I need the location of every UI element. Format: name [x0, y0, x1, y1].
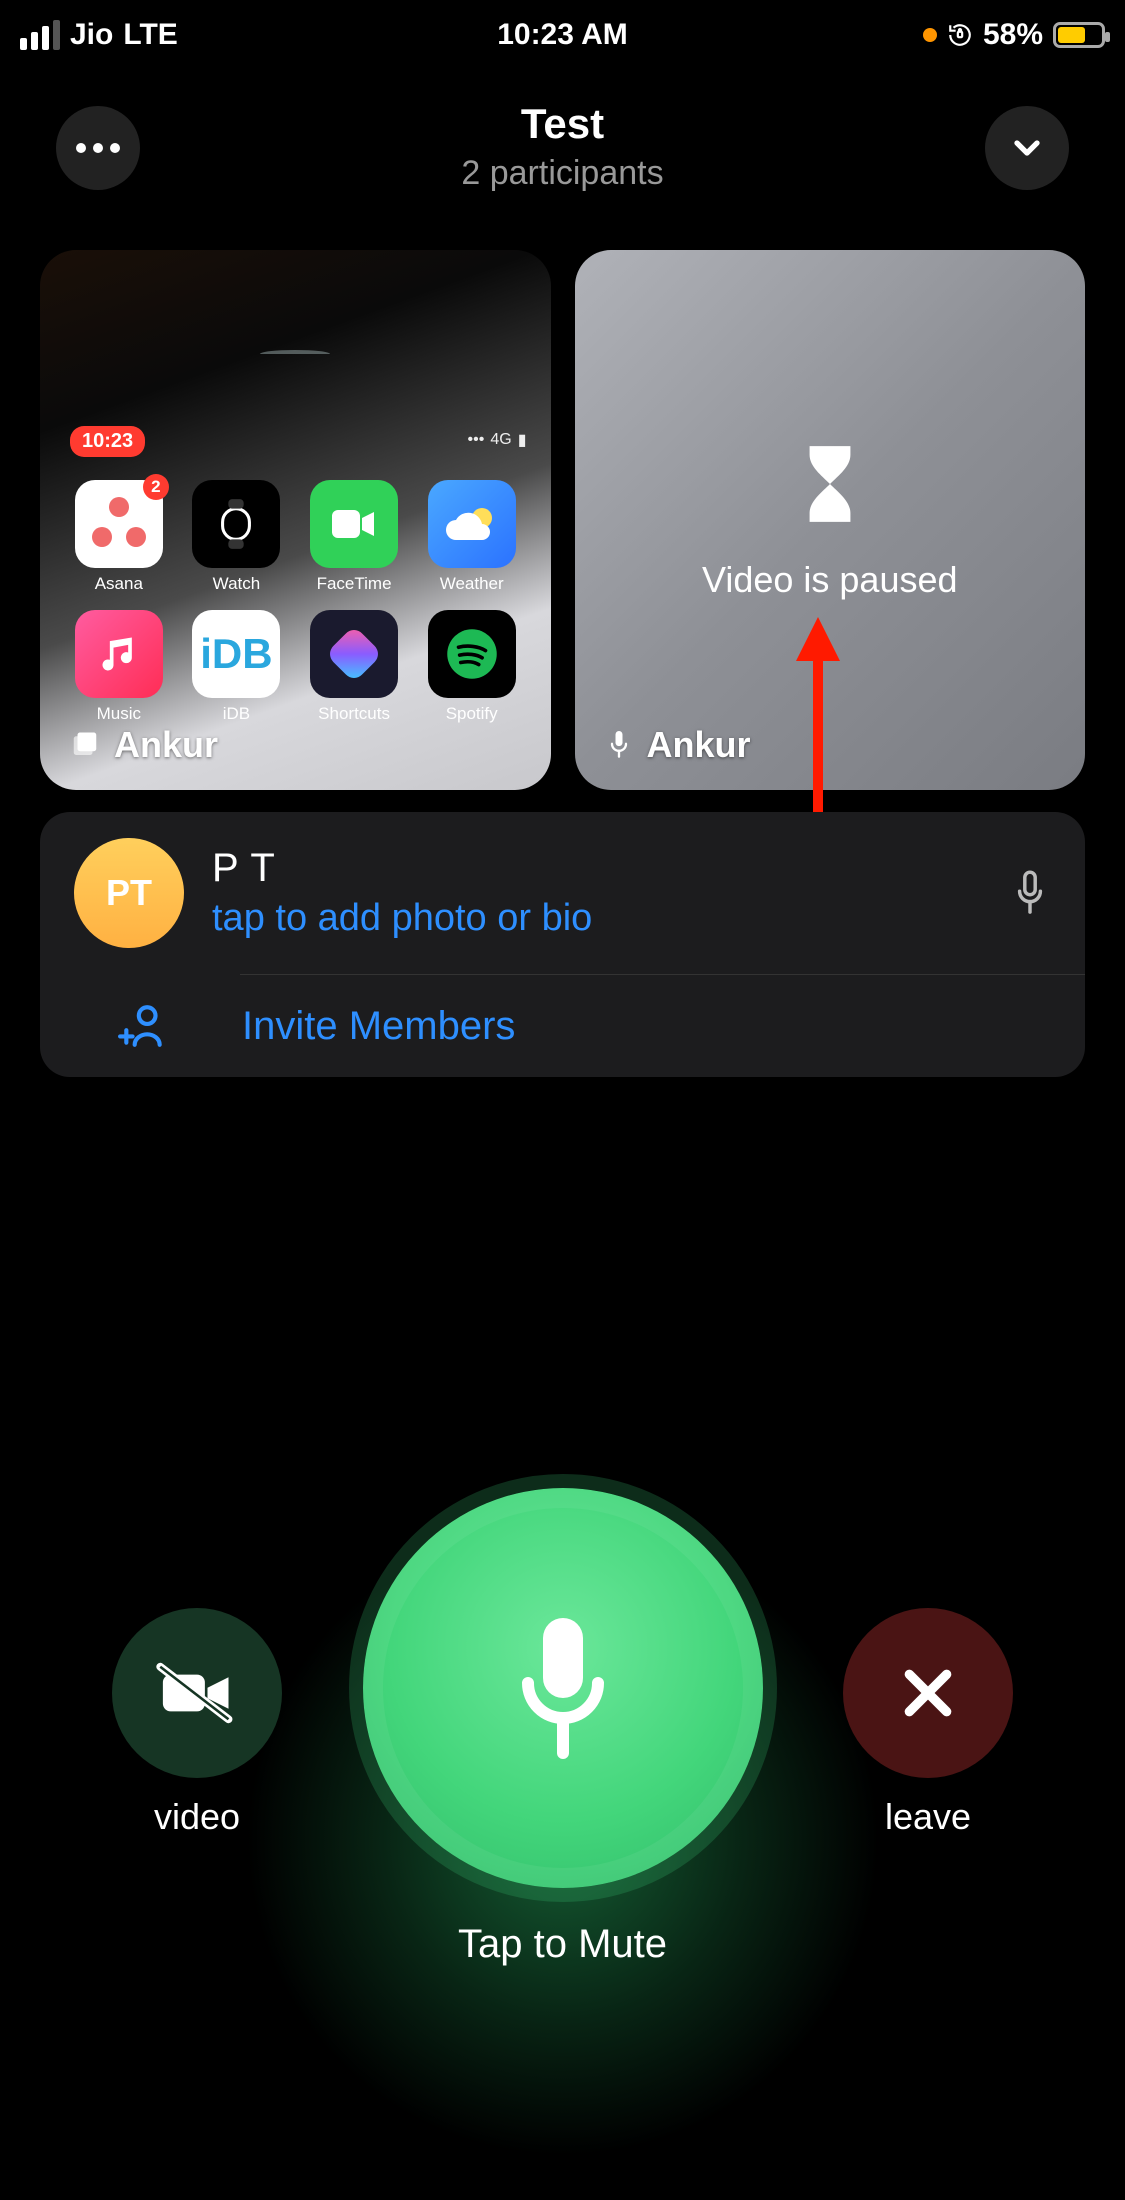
participant-tile-paused[interactable]: Video is paused Ankur [575, 250, 1086, 790]
participant-name: Ankur [114, 724, 218, 766]
microphone-icon[interactable] [1009, 867, 1051, 919]
app-idb: iDB iDB [188, 610, 286, 724]
avatar: PT [74, 838, 184, 948]
shared-screen-status: •••4G▮ [468, 430, 527, 450]
carrier-label: Jio [70, 18, 113, 52]
add-photo-hint[interactable]: tap to add photo or bio [212, 897, 981, 940]
microphone-icon [503, 1608, 623, 1768]
rotation-lock-icon [947, 22, 973, 48]
participants-count: 2 participants [0, 154, 1125, 193]
user-name: P T [212, 846, 981, 891]
app-shortcuts: Shortcuts [305, 610, 403, 724]
battery-percent: 58% [983, 18, 1043, 52]
invite-members-label: Invite Members [242, 1004, 515, 1049]
video-off-icon [155, 1661, 239, 1725]
app-music: Music [70, 610, 168, 724]
chevron-down-icon [1007, 128, 1047, 168]
invite-members-row[interactable]: Invite Members [40, 975, 1085, 1077]
status-bar: Jio LTE 10:23 AM 58% [0, 0, 1125, 70]
recording-indicator-icon [923, 28, 937, 42]
add-person-icon [118, 1001, 168, 1051]
close-icon [896, 1661, 960, 1725]
battery-icon [1053, 22, 1105, 48]
app-weather: Weather [423, 480, 521, 594]
microphone-icon [605, 728, 633, 762]
mute-label: Tap to Mute [458, 1922, 667, 1967]
statusbar-time: 10:23 AM [497, 18, 628, 52]
leave-button[interactable] [843, 1608, 1013, 1778]
signal-icon [20, 20, 60, 50]
info-panel: PT P T tap to add photo or bio Invite Me… [40, 812, 1085, 1077]
mute-button[interactable] [363, 1488, 763, 1888]
participant-tile-screenshare[interactable]: 10:23 •••4G▮ 2 Asana Watch FaceTime Weat… [40, 250, 551, 790]
app-facetime: FaceTime [305, 480, 403, 594]
hourglass-icon [795, 439, 865, 529]
network-label: LTE [123, 18, 177, 52]
leave-label: leave [885, 1796, 971, 1838]
app-watch: Watch [188, 480, 286, 594]
video-toggle-button[interactable] [112, 1608, 282, 1778]
call-title: Test [0, 100, 1125, 148]
video-paused-label: Video is paused [702, 559, 958, 601]
video-label: video [154, 1796, 240, 1838]
collapse-button[interactable] [985, 106, 1069, 190]
shared-screen-clock: 10:23 [70, 426, 145, 457]
user-row[interactable]: PT P T tap to add photo or bio [40, 812, 1085, 974]
app-spotify: Spotify [423, 610, 521, 724]
screenshare-icon [70, 730, 100, 760]
app-asana: 2 Asana [70, 480, 168, 594]
participant-name: Ankur [647, 724, 751, 766]
